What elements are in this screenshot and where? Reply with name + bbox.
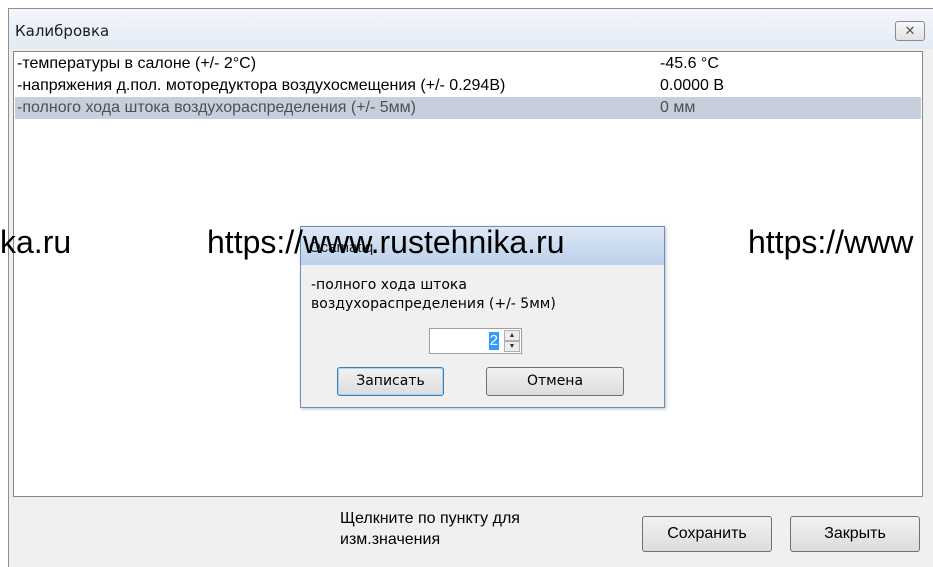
dialog-label-line-2: воздухораспределения (+/- 5мм) bbox=[311, 296, 556, 312]
spin-down-icon[interactable]: ▼ bbox=[504, 341, 520, 352]
cancel-button[interactable]: Отмена bbox=[486, 367, 624, 396]
list-item[interactable]: -температуры в салоне (+/- 2°C) -45.6 °C bbox=[15, 53, 921, 75]
list-item-value: 0 мм bbox=[660, 99, 696, 116]
list-item-name: -напряжения д.пол. моторедуктора воздухо… bbox=[17, 77, 506, 94]
close-button[interactable]: Закрыть bbox=[790, 516, 920, 552]
watermark-left: ka.ru bbox=[0, 224, 72, 260]
watermark-right: https://www bbox=[748, 224, 914, 260]
write-button[interactable]: Записать bbox=[337, 367, 444, 396]
dialog-label-line-1: -полного хода штока bbox=[311, 277, 467, 293]
window-titlebar: Калибровка ✕ bbox=[9, 9, 933, 49]
hint-line-2: изм.значения bbox=[340, 531, 441, 548]
close-window-button[interactable]: ✕ bbox=[895, 21, 925, 41]
list-item-selected[interactable]: -полного хода штока воздухораспределения… bbox=[15, 97, 921, 119]
dialog-label: -полного хода штока воздухораспределения… bbox=[311, 276, 651, 314]
value-spinbox[interactable]: 2 ▲ ▼ bbox=[429, 328, 522, 354]
spin-up-icon[interactable]: ▲ bbox=[504, 330, 520, 341]
list-item-name: -температуры в салоне (+/- 2°C) bbox=[17, 55, 257, 72]
spinbox-buttons: ▲ ▼ bbox=[504, 330, 520, 352]
hint-line-1: Щелкните по пункту для bbox=[340, 510, 520, 527]
list-item-value: 0.0000 В bbox=[660, 77, 725, 94]
list-item[interactable]: -напряжения д.пол. моторедуктора воздухо… bbox=[15, 75, 921, 97]
hint-text: Щелкните по пункту для изм.значения bbox=[340, 508, 600, 550]
save-button[interactable]: Сохранить bbox=[642, 516, 772, 552]
watermark-center: https://www.rustehnika.ru bbox=[207, 224, 565, 260]
window-title: Калибровка bbox=[15, 22, 110, 40]
list-item-value: -45.6 °C bbox=[660, 55, 719, 72]
spinbox-value[interactable]: 2 bbox=[488, 332, 499, 350]
close-icon: ✕ bbox=[904, 23, 916, 38]
list-item-name: -полного хода штока воздухораспределения… bbox=[17, 99, 416, 116]
